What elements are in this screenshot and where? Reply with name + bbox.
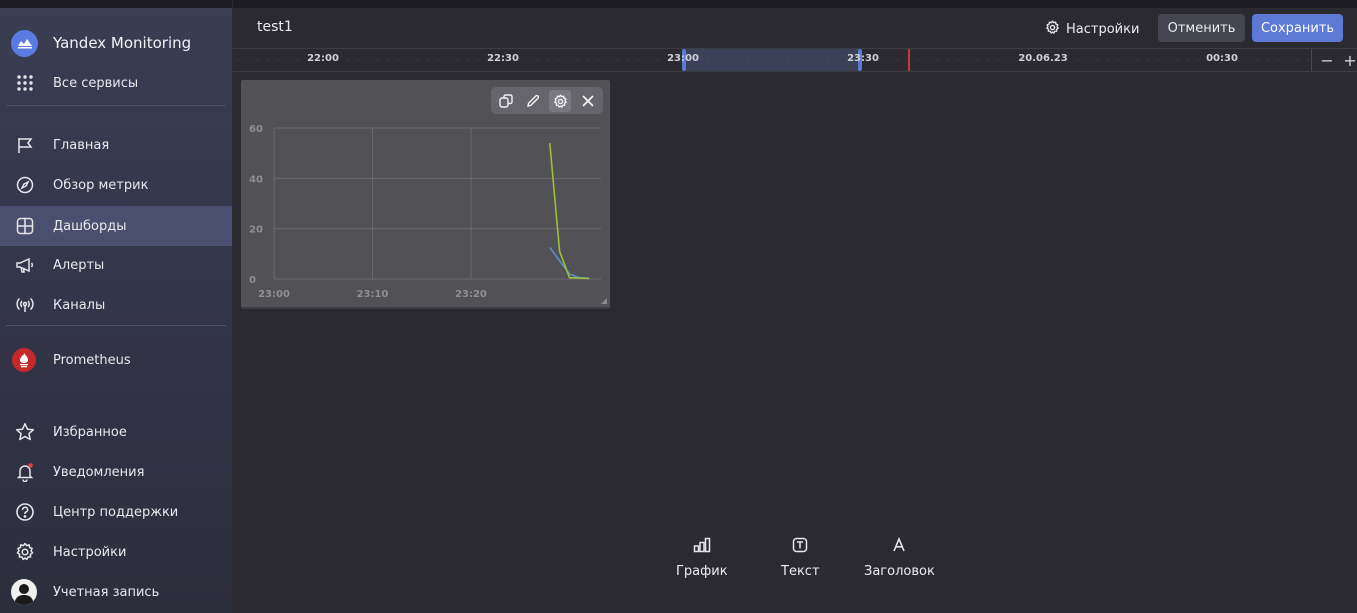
compass-icon <box>14 174 36 196</box>
timeline-label: 00:30 <box>1206 53 1238 64</box>
sidebar-item-label: Центр поддержки <box>53 504 179 520</box>
text-icon <box>790 535 810 555</box>
sidebar-item-label: Дашборды <box>53 218 127 234</box>
bar-chart-icon <box>692 535 712 555</box>
y-tick-label: 0 <box>249 275 256 286</box>
copy-icon[interactable] <box>495 90 517 112</box>
series-line-0 <box>549 247 590 279</box>
sidebar-item-support[interactable]: Центр поддержки <box>0 492 232 532</box>
chart-canvas: 0 20 40 60 23:00 23:10 23:20 <box>249 124 601 300</box>
page-title: test1 <box>257 19 293 35</box>
sidebar-item-label: Настройки <box>53 544 127 560</box>
header-bar: test1 Настройки Отменить Сохранить <box>233 0 1357 48</box>
x-tick-label: 23:00 <box>258 289 290 300</box>
y-tick-label: 60 <box>249 124 263 135</box>
settings-button-label: Настройки <box>1066 21 1140 37</box>
y-tick-label: 40 <box>249 174 263 185</box>
sidebar-item-label: Каналы <box>53 297 106 313</box>
sidebar-item-dashboards[interactable]: Дашборды <box>0 206 232 246</box>
timeline-label: 22:00 <box>307 53 339 64</box>
sidebar-item-label: Уведомления <box>53 464 145 480</box>
monitoring-logo-icon <box>11 29 38 57</box>
x-tick-label: 23:10 <box>357 289 389 300</box>
cancel-button[interactable]: Отменить <box>1158 14 1245 42</box>
timeline-label: 23:00 <box>667 53 699 64</box>
timeline-label: 23:30 <box>847 53 879 64</box>
sidebar-item-notifications[interactable]: Уведомления <box>0 452 232 492</box>
sidebar-item-alerts[interactable]: Алерты <box>0 245 232 285</box>
add-chart-button[interactable]: График <box>676 535 728 579</box>
sidebar-item-label: Учетная запись <box>53 584 160 600</box>
timeline-label: 22:30 <box>487 53 519 64</box>
sidebar-item-channels[interactable]: Каналы <box>0 285 232 325</box>
add-chart-label: График <box>676 564 728 579</box>
sidebar-item-favorites[interactable]: Избранное <box>0 412 232 452</box>
gear-icon <box>1045 19 1060 39</box>
sidebar-divider <box>6 325 226 326</box>
x-tick-label: 23:20 <box>455 289 487 300</box>
sidebar-item-all-services[interactable]: Все сервисы <box>0 63 232 103</box>
current-time-marker <box>908 49 910 71</box>
timeline-selected-range[interactable] <box>683 49 860 71</box>
zoom-out-button[interactable]: − <box>1316 49 1338 71</box>
y-tick-label: 20 <box>249 225 263 236</box>
close-icon[interactable] <box>577 90 599 112</box>
add-text-button[interactable]: Текст <box>781 535 820 579</box>
timeline-divider <box>1311 49 1312 71</box>
brand-link[interactable]: Yandex Monitoring <box>0 23 232 63</box>
help-icon <box>14 501 36 523</box>
timeline[interactable]: 22:00 22:30 23:00 23:30 20.06.23 00:30 −… <box>233 48 1357 72</box>
sidebar-item-settings[interactable]: Настройки <box>0 532 232 572</box>
widget-toolbar <box>491 87 603 114</box>
star-icon <box>14 421 36 443</box>
dashboard-icon <box>14 215 36 237</box>
settings-button[interactable]: Настройки <box>1043 15 1141 43</box>
megaphone-icon <box>14 254 36 276</box>
grid-icon <box>14 72 36 94</box>
save-button[interactable]: Сохранить <box>1252 14 1343 42</box>
bell-icon <box>14 461 36 483</box>
avatar <box>11 579 37 605</box>
timeline-label: 20.06.23 <box>1018 53 1068 64</box>
heading-icon <box>889 535 909 555</box>
gear-icon <box>14 541 36 563</box>
sidebar-item-label: Алерты <box>53 257 105 273</box>
sidebar-item-prometheus[interactable]: Prometheus <box>0 340 232 380</box>
zoom-in-button[interactable]: + <box>1339 49 1357 71</box>
flag-icon <box>14 134 36 156</box>
sidebar: Yandex Monitoring Все сервисы Главная Об… <box>0 0 232 613</box>
pencil-icon[interactable] <box>522 90 544 112</box>
sidebar-item-home[interactable]: Главная <box>0 125 232 165</box>
add-heading-button[interactable]: Заголовок <box>864 535 935 579</box>
add-heading-label: Заголовок <box>864 564 935 579</box>
resize-handle[interactable] <box>601 298 607 304</box>
series-line-1 <box>549 143 590 280</box>
sidebar-item-label: Избранное <box>53 424 127 440</box>
sidebar-item-metrics[interactable]: Обзор метрик <box>0 165 232 205</box>
sidebar-item-label: Все сервисы <box>53 75 139 91</box>
sidebar-item-label: Обзор метрик <box>53 177 149 193</box>
chart-widget[interactable]: 0 20 40 60 23:00 23:10 23:20 <box>241 80 610 309</box>
sidebar-item-label: Prometheus <box>53 352 131 368</box>
add-text-label: Текст <box>781 564 820 579</box>
sidebar-divider <box>6 105 226 106</box>
sidebar-item-label: Главная <box>53 137 110 153</box>
gear-icon[interactable] <box>549 90 571 112</box>
brand-name: Yandex Monitoring <box>53 34 192 52</box>
broadcast-icon <box>14 294 36 316</box>
sidebar-item-account[interactable]: Учетная запись <box>0 572 232 612</box>
prometheus-logo-icon <box>12 348 36 372</box>
